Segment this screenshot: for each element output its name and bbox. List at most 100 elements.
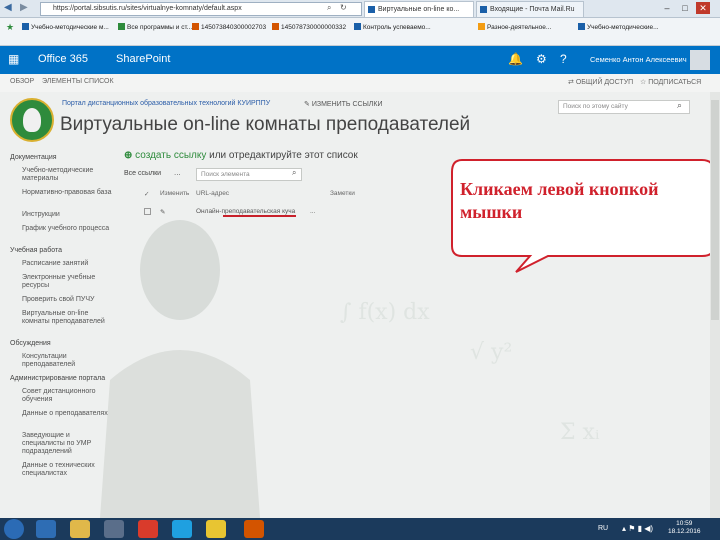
row-menu-button[interactable]: ...: [310, 208, 315, 215]
nav-section-header[interactable]: Обсуждения: [10, 340, 114, 348]
office-365-link[interactable]: Office 365: [38, 53, 88, 65]
nav-item[interactable]: График учебного процесса: [22, 225, 112, 233]
chalk-decoration: Σ xᵢ: [560, 420, 600, 445]
follow-button[interactable]: ☆ ПОДПИСАТЬСЯ: [640, 78, 701, 86]
favorite-item[interactable]: Учебно-методические м...: [22, 23, 109, 31]
column-header-edit[interactable]: Изменить: [160, 190, 189, 197]
row-checkbox[interactable]: [144, 208, 151, 215]
favorite-icon: [272, 23, 279, 30]
callout-text: Кликаем левой кнопкой мышки: [460, 179, 659, 222]
sharepoint-link[interactable]: SharePoint: [116, 53, 170, 65]
nav-item[interactable]: Данные о технических специалистах: [22, 462, 112, 478]
ribbon-tab-items[interactable]: ЭЛЕМЕНТЫ: [42, 78, 82, 85]
back-icon[interactable]: ◀: [4, 2, 12, 13]
help-icon[interactable]: ?: [560, 52, 567, 66]
nav-section-header[interactable]: Учебная работа: [10, 247, 114, 255]
favorites-bar: ★ Учебно-методические м... Все программы…: [0, 18, 720, 46]
forward-icon[interactable]: ▶: [20, 2, 28, 13]
ie-icon[interactable]: [36, 520, 56, 538]
nav-item[interactable]: Проверить свой ПУЧУ: [22, 296, 112, 304]
list-item-link[interactable]: Онлайн-преподавательская куча: [196, 208, 295, 215]
user-name[interactable]: Семенко Антон Алексеевич: [590, 55, 687, 64]
page-title: Виртуальные on-line комнаты преподавател…: [60, 114, 471, 135]
close-icon[interactable]: ✕: [696, 2, 710, 14]
view-all-links[interactable]: Все ссылки: [124, 170, 161, 177]
app-launcher-icon[interactable]: ▦: [8, 52, 19, 66]
gear-icon[interactable]: ⚙: [536, 52, 547, 66]
ribbon-tab-list[interactable]: СПИСОК: [84, 78, 114, 85]
mail-icon: [480, 6, 487, 13]
pencil-icon: ✎: [304, 101, 312, 108]
more-views-button[interactable]: ...: [174, 168, 181, 177]
avatar[interactable]: [690, 50, 710, 70]
nav-item[interactable]: Расписание занятий: [22, 260, 112, 268]
favorite-icon: [354, 23, 361, 30]
site-name[interactable]: Портал дистанционных образовательных тех…: [62, 100, 270, 107]
favorite-icon: [22, 23, 29, 30]
logo[interactable]: [10, 98, 54, 142]
search-icon[interactable]: ⌕: [677, 100, 682, 111]
highlight-underline: [223, 215, 296, 217]
chalk-decoration: √ y²: [470, 340, 513, 365]
skype-icon[interactable]: [172, 520, 192, 538]
media-icon[interactable]: [104, 520, 124, 538]
edit-icon[interactable]: ✎: [160, 208, 165, 216]
search-icon[interactable]: ⌕: [292, 168, 296, 178]
nav-section-header[interactable]: Администрирование портала: [10, 375, 114, 383]
start-button[interactable]: [4, 519, 24, 539]
favorite-item[interactable]: Разное-деятельное...: [478, 23, 551, 31]
favorite-icon: [478, 23, 485, 30]
maximize-icon[interactable]: □: [678, 2, 692, 14]
favorite-icon: [578, 23, 585, 30]
suite-bar: ▦ Office 365 SharePoint 🔔 ⚙ ? Семенко Ан…: [0, 46, 720, 74]
refresh-icon[interactable]: ↻: [340, 3, 347, 12]
nav-item[interactable]: Нормативно-правовая база: [22, 189, 112, 197]
share-button[interactable]: ⇄ ОБЩИЙ ДОСТУП: [568, 78, 633, 86]
star-icon: ☆: [640, 79, 649, 86]
scrollbar-thumb[interactable]: [711, 100, 719, 320]
folder-icon[interactable]: [70, 520, 90, 538]
nav-item[interactable]: Совет дистанционного обучения: [22, 388, 112, 404]
favorite-item[interactable]: Все программы и ст...: [118, 23, 192, 31]
clock[interactable]: 10:59 18.12.2016: [668, 520, 701, 536]
ribbon-tab-browse[interactable]: ОБЗОР: [10, 78, 34, 85]
nav-item[interactable]: Заведующие и специалисты по УМР подразде…: [22, 432, 112, 456]
select-all-checkbox[interactable]: ✓: [144, 190, 149, 198]
favorite-item[interactable]: Контроль успеваемо...: [354, 23, 431, 31]
column-header-url[interactable]: URL-адрес: [196, 190, 229, 197]
favorite-item[interactable]: 145078730000000332: [272, 23, 346, 31]
owl-icon: [23, 108, 41, 132]
chalk-decoration: ∫ f(x) dx: [340, 300, 430, 325]
language-indicator[interactable]: RU: [598, 525, 608, 532]
address-bar[interactable]: https://portal.sibsutis.ru/sites/virtual…: [40, 2, 362, 16]
favorite-icon: [118, 23, 125, 30]
new-link-command: ⊕ создать ссылку или отредактируйте этот…: [124, 150, 358, 161]
minimize-icon[interactable]: –: [660, 2, 674, 14]
edit-links-button[interactable]: ✎ ИЗМЕНИТЬ ССЫЛКИ: [304, 100, 382, 108]
nav-item[interactable]: Виртуальные on-line комнаты преподавател…: [22, 310, 112, 326]
nav-item[interactable]: Консультации преподавателей: [22, 353, 112, 369]
column-header-notes[interactable]: Заметки: [330, 190, 355, 197]
site-search-input[interactable]: Поиск по этому сайту: [558, 100, 690, 114]
chrome-icon[interactable]: [138, 520, 158, 538]
nav-item[interactable]: Учебно-методические материалы: [22, 167, 112, 183]
find-item-input[interactable]: Поиск элемента: [196, 168, 302, 181]
nav-section-header[interactable]: Документация: [10, 154, 114, 162]
tray-icons[interactable]: ▴ ⚑ ▮ ◀): [622, 524, 653, 533]
add-icon[interactable]: ⊕: [124, 150, 135, 161]
nav-item[interactable]: Инструкции: [22, 211, 112, 219]
sharepoint-icon: [368, 6, 375, 13]
nav-item[interactable]: Данные о преподавателях: [22, 410, 112, 418]
favorite-item[interactable]: 145073840300002703: [192, 23, 266, 31]
bell-icon[interactable]: 🔔: [508, 52, 523, 66]
tab-active[interactable]: Виртуальные on-line ко...: [364, 1, 474, 17]
1c-icon[interactable]: [206, 520, 226, 538]
favorite-item[interactable]: Учебно-методические...: [578, 23, 659, 31]
favorites-star-icon[interactable]: ★: [6, 22, 14, 33]
powerpoint-icon[interactable]: [244, 520, 264, 538]
search-icon[interactable]: ⌕: [327, 3, 331, 13]
nav-item[interactable]: Электронные учебные ресурсы: [22, 274, 112, 290]
tab-mail[interactable]: Входящие - Почта Mail.Ru: [476, 1, 584, 17]
new-link-button[interactable]: создать ссылку: [135, 150, 206, 161]
tab-label: Виртуальные on-line ко...: [378, 6, 460, 13]
